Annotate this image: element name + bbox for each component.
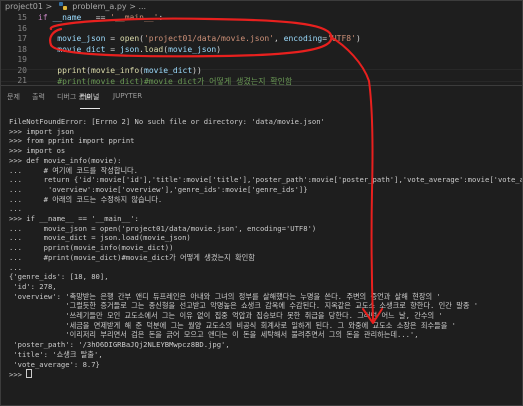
red-annotation-drawing <box>49 17 383 324</box>
red-circle-annotation <box>49 17 333 58</box>
vscode-window: project01 > problem_a.py > ... 15 if __na… <box>0 0 523 406</box>
red-arrow-annotation <box>330 36 374 322</box>
